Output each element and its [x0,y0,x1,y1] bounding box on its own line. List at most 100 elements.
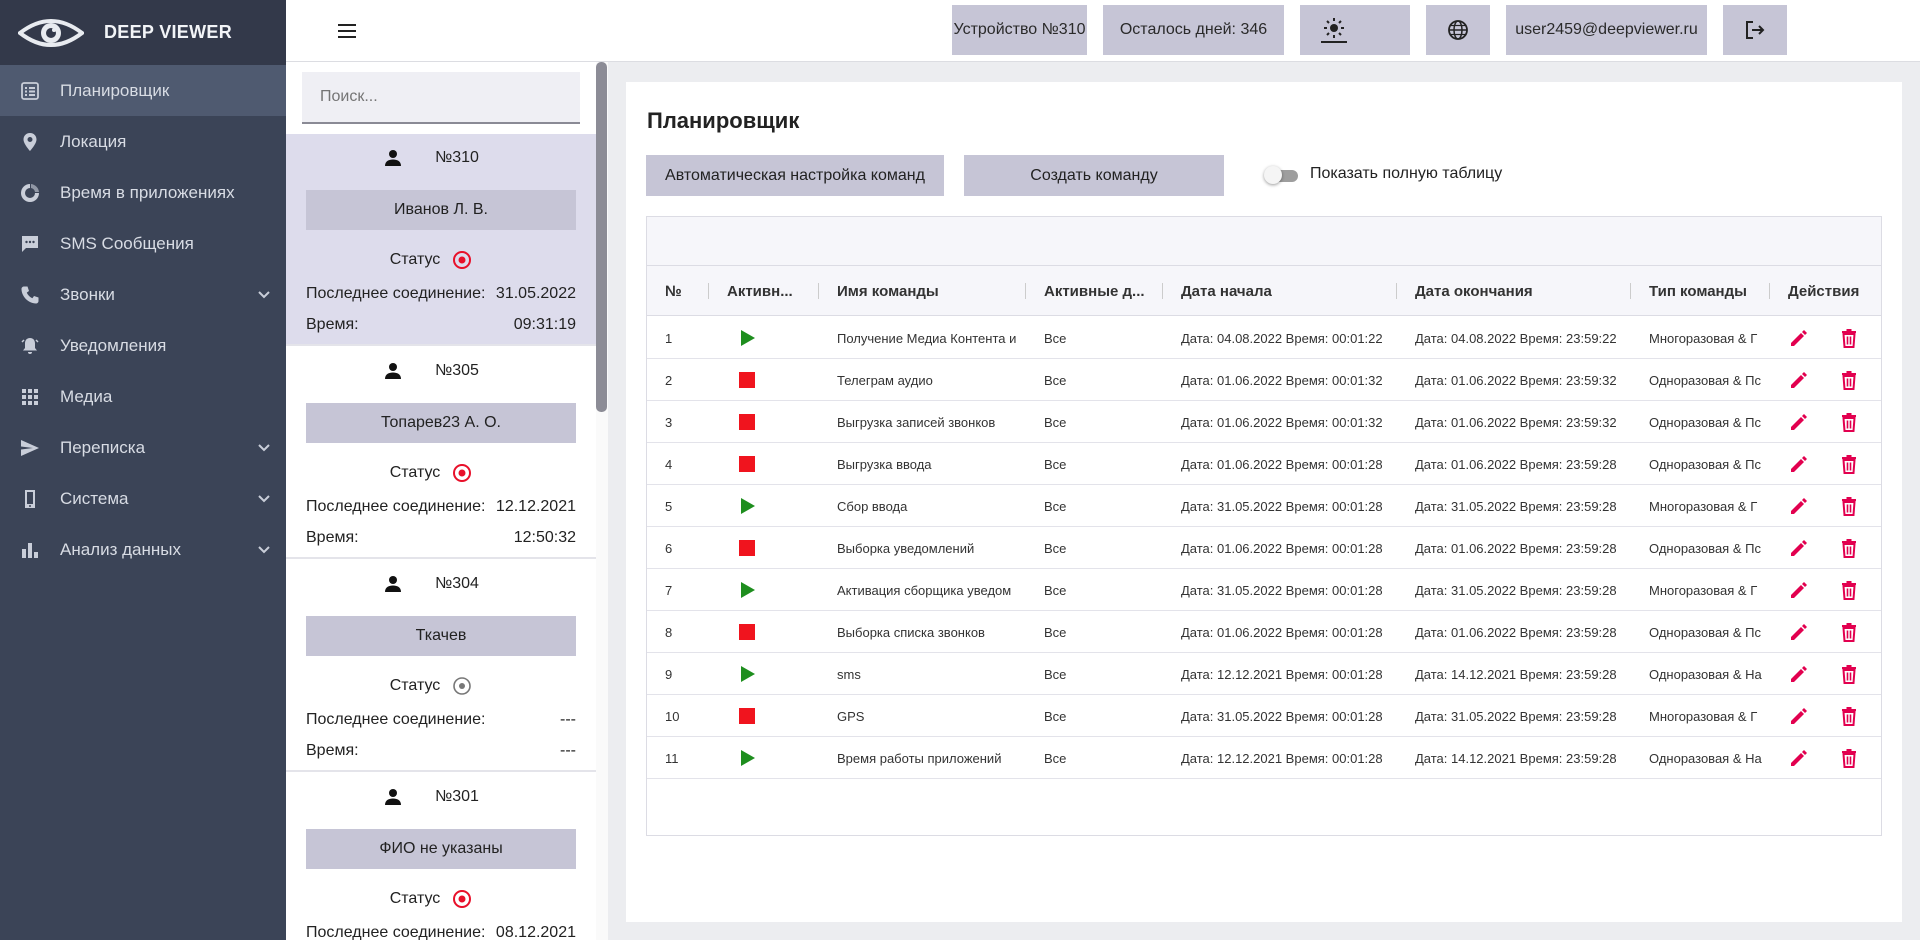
column-header[interactable]: Тип команды [1631,266,1770,316]
edit-icon[interactable] [1788,537,1810,559]
column-header[interactable]: Дата окончания [1397,266,1631,316]
cell-active[interactable] [709,401,819,443]
table-row[interactable]: 8 Выборка списка звонков Все Дата: 01.06.20… [647,611,1881,653]
stop-icon[interactable] [737,454,757,474]
column-header[interactable]: Имя команды [819,266,1026,316]
cell-active[interactable] [709,611,819,653]
logout-button[interactable] [1723,5,1787,55]
device-card[interactable]: №304 Ткачев Статус Последнее соединение:… [286,560,596,772]
sidebar-item[interactable]: Медиа [0,371,286,422]
sidebar-item[interactable]: Переписка [0,422,286,473]
delete-icon[interactable] [1838,369,1860,391]
edit-icon[interactable] [1788,621,1810,643]
device-owner-button[interactable]: ФИО не указаны [306,829,576,869]
table-row[interactable]: 6 Выборка уведомлений Все Дата: 01.06.2022 … [647,527,1881,569]
stop-icon[interactable] [737,622,757,642]
device-owner-button[interactable]: Топарев23 А. О. [306,403,576,443]
cell-days: Все [1044,540,1067,556]
table-row[interactable]: 3 Выгрузка записей звонков Все Дата: 01.06.… [647,401,1881,443]
sun-icon[interactable] [1321,17,1347,43]
column-header[interactable]: Действия [1770,266,1881,316]
cell-end: Дата: 01.06.2022 Время: 23:59:32 [1415,414,1617,430]
sidebar-item[interactable]: Локация [0,116,286,167]
sidebar-item[interactable]: Система [0,473,286,524]
cell-n: 10 [665,708,680,724]
device-owner-button[interactable]: Ткачев [306,616,576,656]
cell-active[interactable] [709,359,819,401]
days-left-button[interactable]: Осталось дней: 346 [1103,5,1284,55]
delete-icon[interactable] [1838,747,1860,769]
theme-toggle[interactable] [1300,5,1410,55]
delete-icon[interactable] [1838,453,1860,475]
edit-icon[interactable] [1788,369,1810,391]
cell-active[interactable] [709,569,819,611]
cell-active[interactable] [709,737,819,779]
delete-icon[interactable] [1838,495,1860,517]
delete-icon[interactable] [1838,621,1860,643]
table-row[interactable]: 11 Время работы приложений Все Дата: 12.12.… [647,737,1881,779]
device-card[interactable]: №301 ФИО не указаны Статус Последнее сое… [286,773,596,940]
delete-icon[interactable] [1838,411,1860,433]
cell-actions [1770,527,1881,569]
delete-icon[interactable] [1838,579,1860,601]
edit-icon[interactable] [1788,579,1810,601]
cell-active[interactable] [709,317,819,359]
edit-icon[interactable] [1788,663,1810,685]
edit-icon[interactable] [1788,411,1810,433]
sidebar-item[interactable]: Звонки [0,269,286,320]
edit-icon[interactable] [1788,747,1810,769]
play-icon[interactable] [737,748,757,768]
menu-icon[interactable] [336,20,358,42]
column-header[interactable]: № [647,266,709,316]
stop-icon[interactable] [737,370,757,390]
cell-active[interactable] [709,653,819,695]
stop-icon[interactable] [737,538,757,558]
cell-active[interactable] [709,443,819,485]
sidebar-item-label: SMS Сообщения [60,233,194,253]
edit-icon[interactable] [1788,495,1810,517]
play-icon[interactable] [737,664,757,684]
sidebar-item[interactable]: SMS Сообщения [0,218,286,269]
table-row[interactable]: 2 Телеграм аудио Все Дата: 01.06.2022 Время… [647,359,1881,401]
edit-icon[interactable] [1788,327,1810,349]
stop-icon[interactable] [737,706,757,726]
column-header[interactable]: Дата начала [1163,266,1397,316]
device-button[interactable]: Устройство №310 [952,5,1087,55]
full-table-toggle[interactable] [1264,166,1300,184]
table-row[interactable]: 10 GPS Все Дата: 31.05.2022 Время: 00:01:28… [647,695,1881,737]
device-card[interactable]: №310 Иванов Л. В. Статус Последнее соеди… [286,134,596,346]
column-header[interactable]: Активные д... [1026,266,1163,316]
device-search-input[interactable] [302,72,580,124]
sidebar-item[interactable]: Планировщик [0,65,286,116]
cell-active[interactable] [709,527,819,569]
auto-setup-button[interactable]: Автоматическая настройка команд [646,155,944,196]
language-button[interactable] [1426,5,1490,55]
delete-icon[interactable] [1838,327,1860,349]
cell-active[interactable] [709,485,819,527]
edit-icon[interactable] [1788,705,1810,727]
stop-icon[interactable] [737,412,757,432]
device-owner-button[interactable]: Иванов Л. В. [306,190,576,230]
table-row[interactable]: 1 Получение Медиа Контента и Все Дата: 04.0… [647,317,1881,359]
create-command-button[interactable]: Создать команду [964,155,1224,196]
table-row[interactable]: 5 Сбор ввода Все Дата: 31.05.2022 Время: 00… [647,485,1881,527]
delete-icon[interactable] [1838,705,1860,727]
device-list-scrollbar[interactable] [596,62,607,412]
delete-icon[interactable] [1838,663,1860,685]
table-row[interactable]: 4 Выгрузка ввода Все Дата: 01.06.2022 Время… [647,443,1881,485]
cell-active[interactable] [709,695,819,737]
sidebar-item[interactable]: Уведомления [0,320,286,371]
sidebar-item[interactable]: Время в приложениях [0,167,286,218]
user-email-button[interactable]: user2459@deepviewer.ru [1506,5,1707,55]
column-header[interactable]: Активн... [709,266,819,316]
play-icon[interactable] [737,496,757,516]
play-icon[interactable] [737,328,757,348]
moon-icon[interactable] [1367,17,1389,39]
table-row[interactable]: 9 sms Все Дата: 12.12.2021 Время: 00:01:28 Д… [647,653,1881,695]
play-icon[interactable] [737,580,757,600]
device-card[interactable]: №305 Топарев23 А. О. Статус Последнее со… [286,347,596,559]
delete-icon[interactable] [1838,537,1860,559]
edit-icon[interactable] [1788,453,1810,475]
table-row[interactable]: 7 Активация сборщика уведом Все Дата: 31.05… [647,569,1881,611]
sidebar-item[interactable]: Анализ данных [0,524,286,575]
